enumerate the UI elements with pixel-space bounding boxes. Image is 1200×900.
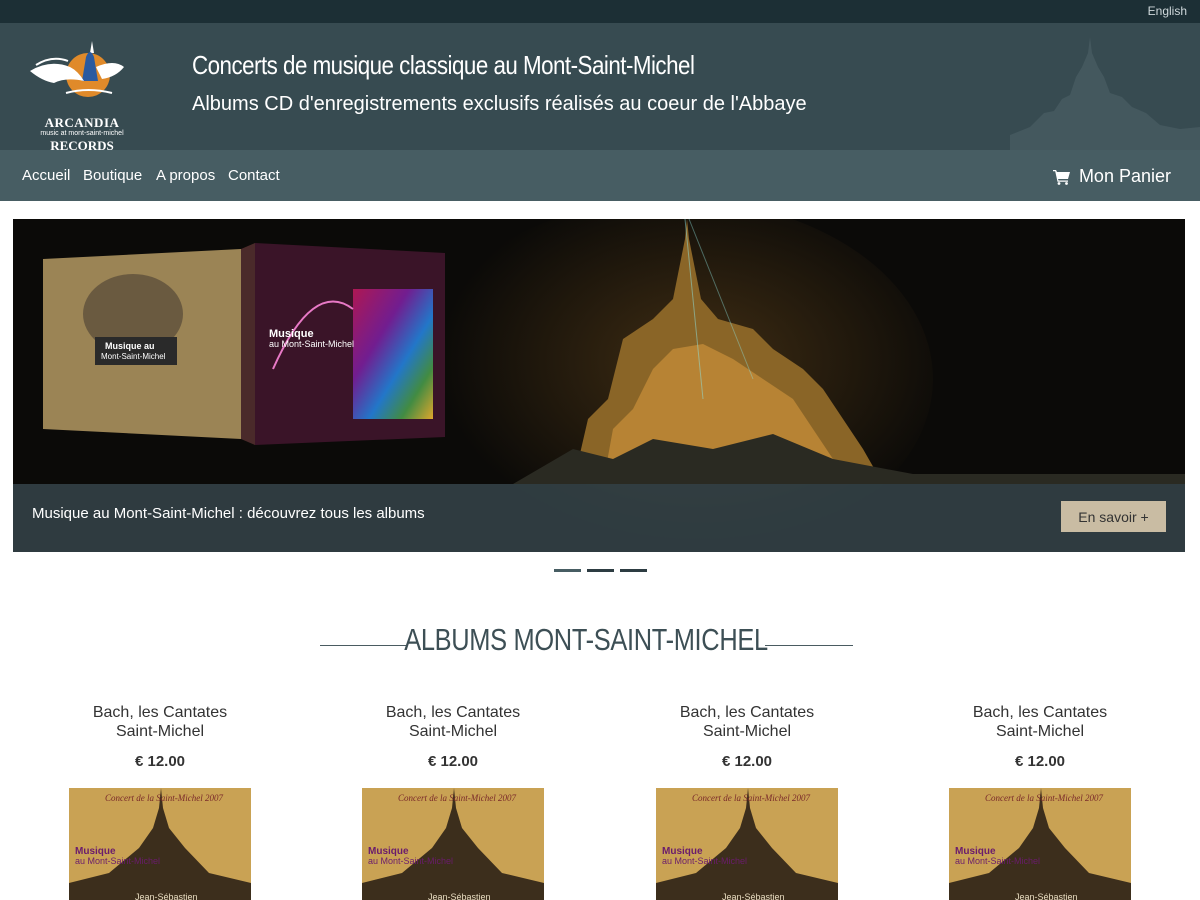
svg-text:Jean-Sébastien: Jean-Sébastien: [722, 892, 785, 900]
svg-text:au Mont-Saint-Michel: au Mont-Saint-Michel: [269, 339, 354, 349]
svg-text:au Mont-Saint-Michel: au Mont-Saint-Michel: [75, 856, 160, 866]
slider-dot-3[interactable]: [620, 569, 647, 572]
product-title[interactable]: Bach, les Cantates Saint-Michel: [617, 703, 877, 741]
mont-saint-michel-silhouette-icon: [1010, 37, 1200, 150]
top-bar: English: [0, 0, 1200, 23]
cart-button[interactable]: Mon Panier: [1052, 166, 1171, 187]
product-card[interactable]: Bach, les Cantates Saint-Michel € 12.00 …: [30, 703, 290, 900]
site-title: Concerts de musique classique au Mont-Sa…: [192, 50, 695, 80]
slider-dot-1[interactable]: [554, 569, 581, 572]
product-card[interactable]: Bach, les Cantates Saint-Michel € 12.00 …: [910, 703, 1170, 900]
learn-more-button[interactable]: En savoir +: [1061, 501, 1166, 532]
logo-wordmark: ARCANDIA: [44, 115, 120, 130]
product-price: € 12.00: [427, 753, 479, 770]
albums-section-header: ALBUMS MONT-SAINT-MICHEL: [0, 622, 1200, 666]
section-title: ALBUMS MONT-SAINT-MICHEL: [404, 622, 768, 657]
product-cover-image[interactable]: Concert de la Saint-Michel 2007 Musique …: [656, 788, 838, 900]
main-nav: Accueil Boutique A propos Contact Mon Pa…: [0, 150, 1200, 201]
product-price: € 12.00: [134, 753, 186, 770]
album1-title: Musique au: [105, 341, 155, 351]
svg-text:au Mont-Saint-Michel: au Mont-Saint-Michel: [368, 856, 453, 866]
title-divider-right: [765, 645, 853, 646]
nav-item-boutique[interactable]: Boutique: [83, 167, 142, 184]
site-subtitle: Albums CD d'enregistrements exclusifs ré…: [192, 93, 807, 115]
svg-text:Concert de la Saint-Michel 200: Concert de la Saint-Michel 2007: [398, 793, 516, 803]
svg-text:au Mont-Saint-Michel: au Mont-Saint-Michel: [955, 856, 1040, 866]
slide-caption: Musique au Mont-Saint-Michel : découvrez…: [32, 505, 425, 522]
svg-text:Jean-Sébastien: Jean-Sébastien: [135, 892, 198, 900]
product-title[interactable]: Bach, les Cantates Saint-Michel: [30, 703, 290, 741]
svg-text:Concert de la Saint-Michel 200: Concert de la Saint-Michel 2007: [105, 793, 223, 803]
product-price: € 12.00: [721, 753, 773, 770]
product-price: € 12.00: [1014, 753, 1066, 770]
product-cover-image[interactable]: Concert de la Saint-Michel 2007 Musique …: [949, 788, 1131, 900]
shopping-cart-icon: [1052, 169, 1070, 185]
nav-item-contact[interactable]: Contact: [228, 167, 280, 184]
cart-label: Mon Panier: [1078, 166, 1171, 186]
product-title[interactable]: Bach, les Cantates Saint-Michel: [323, 703, 583, 741]
svg-text:Jean-Sébastien: Jean-Sébastien: [428, 892, 491, 900]
logo-emblem-icon: [30, 41, 124, 97]
slide-caption-bar: Musique au Mont-Saint-Michel : découvrez…: [13, 484, 1185, 552]
product-title[interactable]: Bach, les Cantates Saint-Michel: [910, 703, 1170, 741]
nav-item-accueil[interactable]: Accueil: [22, 167, 70, 184]
nav-item-a-propos[interactable]: A propos: [156, 167, 215, 184]
product-cover-image[interactable]: Concert de la Saint-Michel 2007 Musique …: [362, 788, 544, 900]
site-header: ARCANDIA music at mont-saint-michel RECO…: [0, 23, 1200, 150]
slider-dots: [554, 569, 647, 572]
svg-text:Jean-Sébastien: Jean-Sébastien: [1015, 892, 1078, 900]
slider-dot-2[interactable]: [587, 569, 614, 572]
svg-text:Concert de la Saint-Michel 200: Concert de la Saint-Michel 2007: [985, 793, 1103, 803]
logo-records: RECORDS: [50, 138, 114, 150]
svg-text:Mont-Saint-Michel: Mont-Saint-Michel: [101, 352, 166, 361]
logo-tagline: music at mont-saint-michel: [40, 130, 124, 137]
product-cover-image[interactable]: Concert de la Saint-Michel 2007 Musique …: [69, 788, 251, 900]
product-card[interactable]: Bach, les Cantates Saint-Michel € 12.00 …: [617, 703, 877, 900]
language-link[interactable]: English: [1148, 4, 1187, 18]
svg-text:au Mont-Saint-Michel: au Mont-Saint-Michel: [662, 856, 747, 866]
svg-text:Concert de la Saint-Michel 200: Concert de la Saint-Michel 2007: [692, 793, 810, 803]
arcandia-logo[interactable]: ARCANDIA music at mont-saint-michel RECO…: [26, 37, 138, 150]
hero-slider[interactable]: Musique au Mont-Saint-Michel Musique au …: [13, 219, 1185, 552]
product-card[interactable]: Bach, les Cantates Saint-Michel € 12.00 …: [323, 703, 583, 900]
